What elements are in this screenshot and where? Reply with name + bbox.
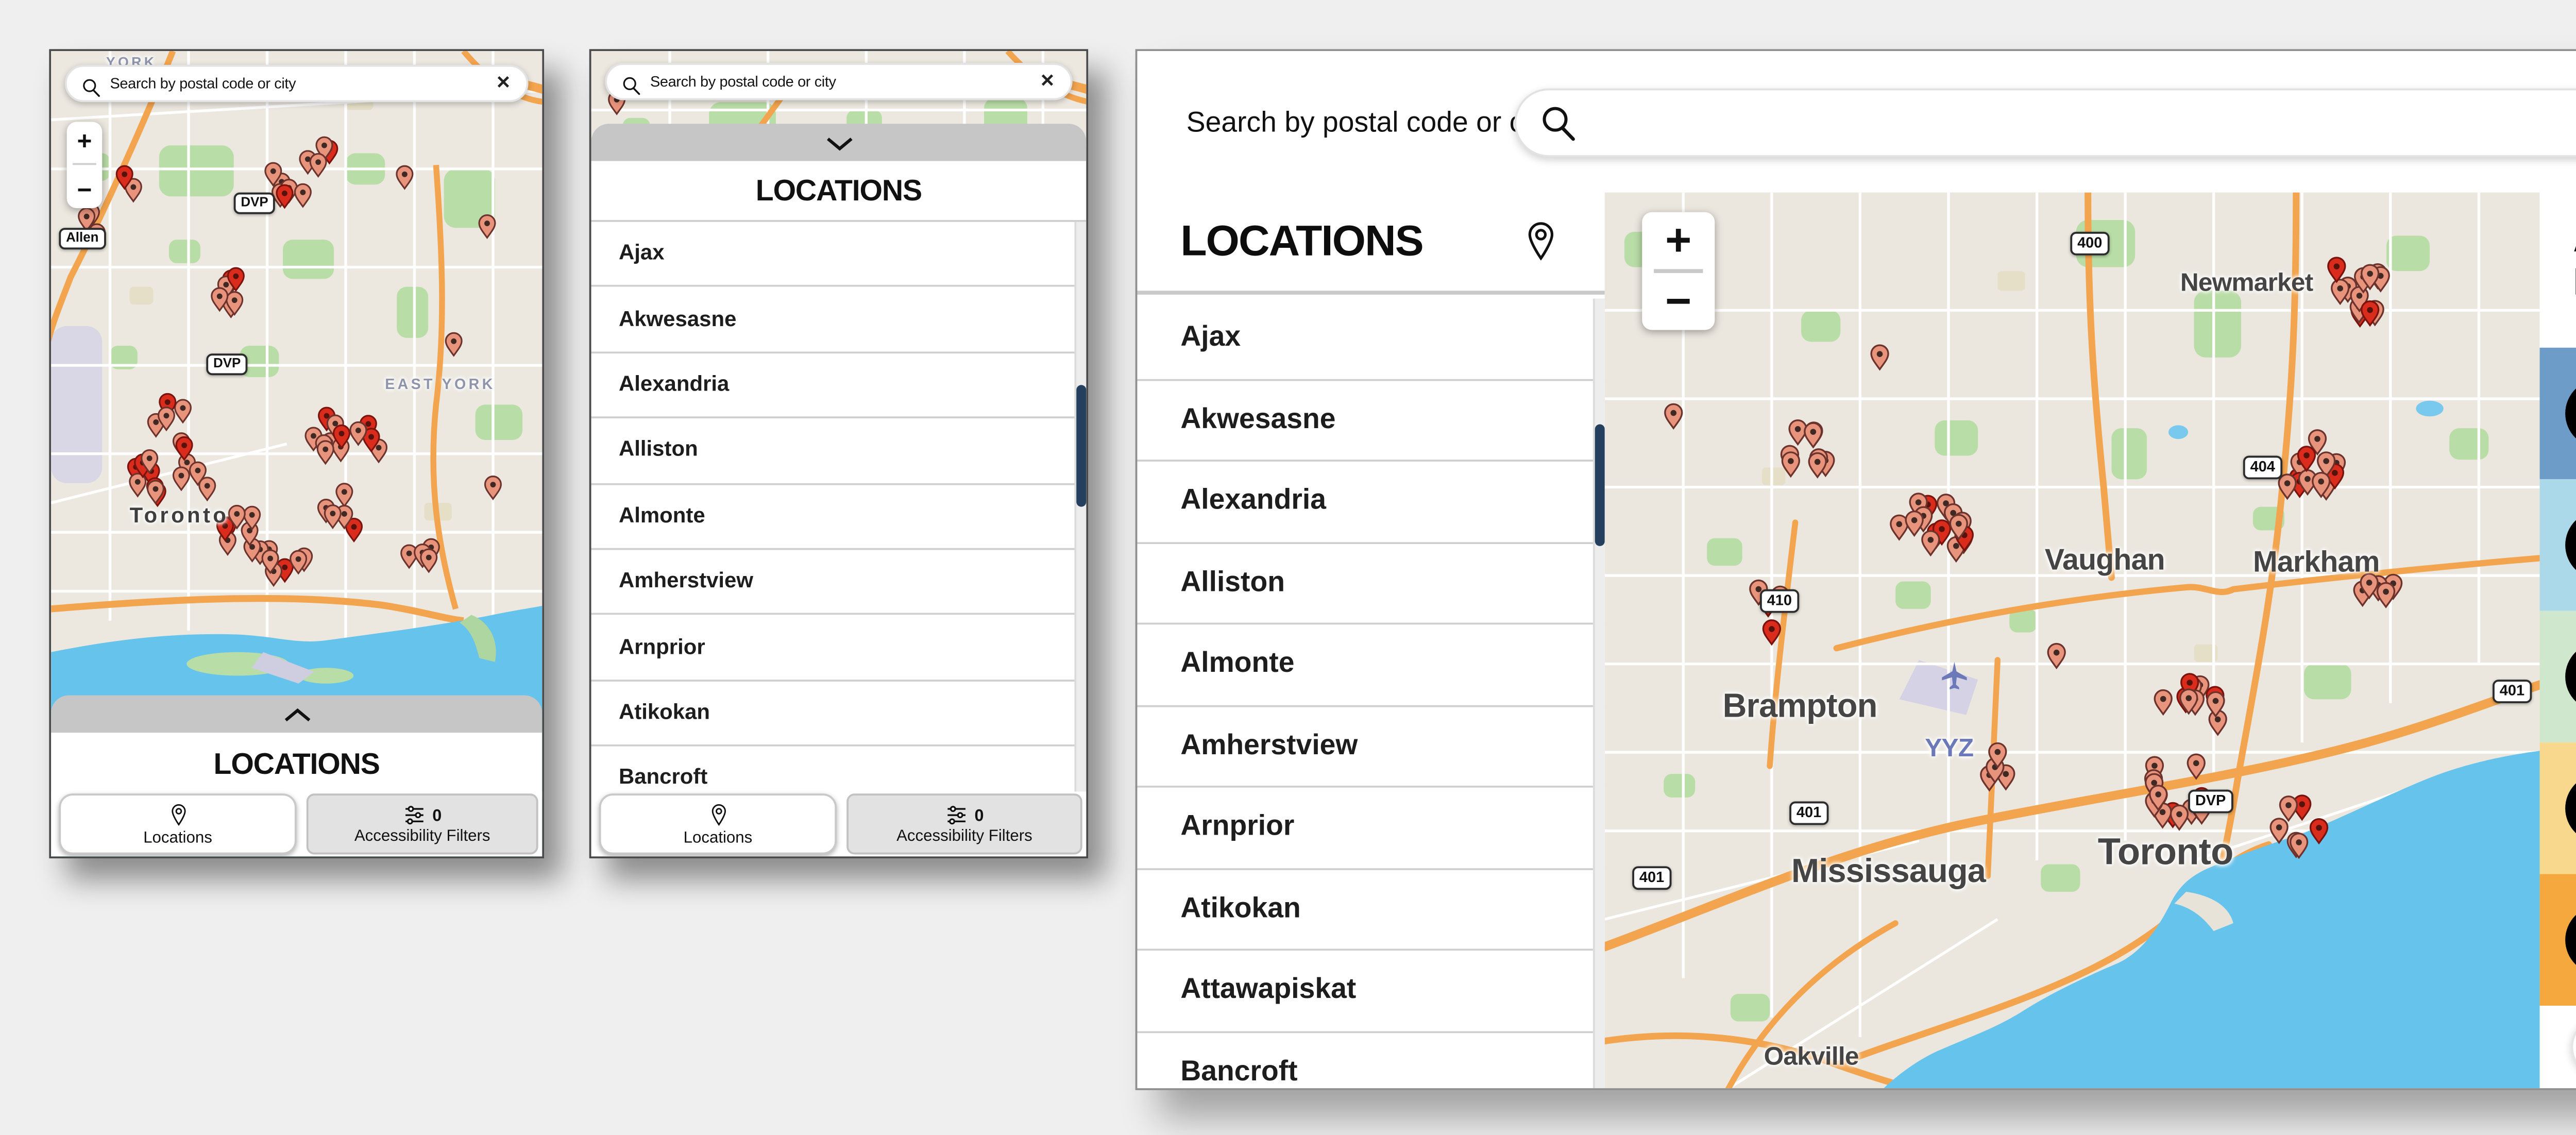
tab-locations[interactable]: Locations [59,793,296,854]
filters-count: 0 [974,804,984,824]
list-item[interactable]: Alliston [591,419,1087,484]
filter-row[interactable]: ACCESSIBLE WASHROOMS [2540,479,2576,611]
sliders-icon [945,804,969,824]
filters-count: 0 [432,804,442,824]
locations-list: AjaxAkwesasneAlexandriaAllistonAlmonteAm… [591,222,1087,798]
zoom-control[interactable]: + − [1642,212,1715,330]
tab-label: Accessibility Filters [354,826,490,843]
drawer-handle[interactable] [591,124,1087,161]
zoom-in-button[interactable]: + [77,126,92,156]
list-item[interactable]: Almonte [1137,624,1604,706]
tab-label: Accessibility Filters [896,826,1032,843]
filter-row[interactable]: ACCESSIBLE ENTRANCES [2540,348,2576,479]
pin-icon [168,802,188,826]
search-placeholder: Search by postal code or city [110,75,296,92]
apply-filters-button[interactable]: Apply Filters [2571,1018,2576,1076]
search-icon [621,71,642,92]
locations-list: AjaxAkwesasneAlexandriaAllistonAlmonteAm… [1137,299,1604,1089]
search-placeholder: Search by postal code or city [650,73,836,90]
scrollbar-thumb[interactable] [1075,385,1085,506]
screenshot-root: YORKEAST YORKToronto DVPDVPAllen Search … [0,0,2576,1135]
locations-title: LOCATIONS [591,161,1087,222]
close-icon[interactable]: ✕ [1040,71,1055,92]
airport-icon [1939,660,1970,691]
chevron-down-icon [822,134,856,150]
close-icon[interactable]: ✕ [496,73,511,94]
locations-panel: LOCATIONS AjaxAkwesasneAlexandriaAllisto… [1137,193,1604,1089]
tab-accessibility-filters[interactable]: 0 Accessibility Filters [307,793,538,854]
tab-bar: Locations 0 Accessibility Filters [51,791,542,856]
search-label: Search by postal code or city [1187,108,1552,140]
divider [73,164,96,166]
pin-icon [1524,220,1558,263]
list-item[interactable]: Bancroft [1137,1032,1604,1088]
search-icon [80,73,102,94]
tab-accessibility-filters[interactable]: 0 Accessibility Filters [846,793,1082,854]
scrollbar-thumb[interactable] [1594,425,1604,546]
list-item[interactable]: Amherstview [1137,706,1604,788]
tablet-viewport-panel: Search by postal code or city ✕ LOCATION… [589,49,1088,858]
list-item[interactable]: Atikokan [591,681,1087,747]
scrollbar[interactable] [1074,222,1086,798]
list-item[interactable]: Arnprior [591,616,1087,681]
locations-header: LOCATIONS [1137,193,1604,295]
drawer-handle[interactable] [51,696,542,733]
list-item[interactable]: Ajax [591,222,1087,287]
search-input[interactable]: Search by postal code or city ✕ [605,63,1072,100]
scrollbar[interactable] [1593,299,1605,1089]
search-input[interactable]: Search by postal code or city ✕ [65,65,529,102]
list-item[interactable]: Alliston [1137,543,1604,624]
list-item[interactable]: Alexandria [591,353,1087,418]
tab-bar: Locations 0 Accessibility Filters [591,791,1087,856]
locations-title: LOCATIONS [1180,216,1423,267]
desktop-viewport-panel: Search by postal code or city ✕ LOCATION… [1136,49,2576,1090]
tab-label: Locations [684,828,753,845]
list-item[interactable]: Arnprior [1137,788,1604,869]
list-item[interactable]: Akwesasne [591,287,1087,353]
zoom-out-button[interactable]: − [1665,276,1691,329]
locations-title: LOCATIONS [51,733,542,798]
chevron-up-icon [280,706,313,722]
sliders-icon [403,804,427,824]
pin-icon [708,802,727,826]
list-item[interactable]: Bancroft [591,747,1087,798]
zoom-control[interactable]: + − [67,122,103,208]
list-item[interactable]: Attawapiskat [1137,951,1604,1032]
mobile-viewport-panel: YORKEAST YORKToronto DVPDVPAllen Search … [49,49,544,858]
filters-header: ACCESSIBILITY FILTERS 0 [2540,193,2576,348]
filters-footer: Apply Filters Reset Filters [2540,1006,2576,1088]
search-input[interactable]: ✕ [1514,89,2576,157]
filters-title: ACCESSIBILITY FILTERS [2573,218,2576,305]
list-item[interactable]: Alexandria [1137,462,1604,543]
divider [1654,269,1703,273]
search-bar: Search by postal code or city ✕ [1137,51,2576,193]
list-item[interactable]: Ajax [1137,299,1604,380]
list-item[interactable]: Almonte [591,484,1087,550]
tab-locations[interactable]: Locations [599,793,837,854]
filter-row[interactable]: INDIVIDUAL SERVICE [2540,742,2576,874]
tab-label: Locations [143,828,212,845]
map[interactable]: + − NewmarketVaughanMarkhamBramptonYYZMi… [1605,193,2544,1089]
filter-row[interactable]: P ACCESSIBLE PARKING [2540,611,2576,742]
accessibility-filters-panel: ACCESSIBILITY FILTERS 0 ACCESSIBLE ENTRA… [2540,193,2576,1089]
list-item[interactable]: Atikokan [1137,869,1604,951]
list-item[interactable]: Akwesasne [1137,380,1604,462]
zoom-out-button[interactable]: − [77,175,92,204]
search-icon [1538,102,1579,143]
zoom-in-button[interactable]: + [1665,214,1691,267]
filter-row[interactable]: WAIT ACCOMODATIONS [2540,874,2576,1006]
list-item[interactable]: Amherstview [591,550,1087,615]
